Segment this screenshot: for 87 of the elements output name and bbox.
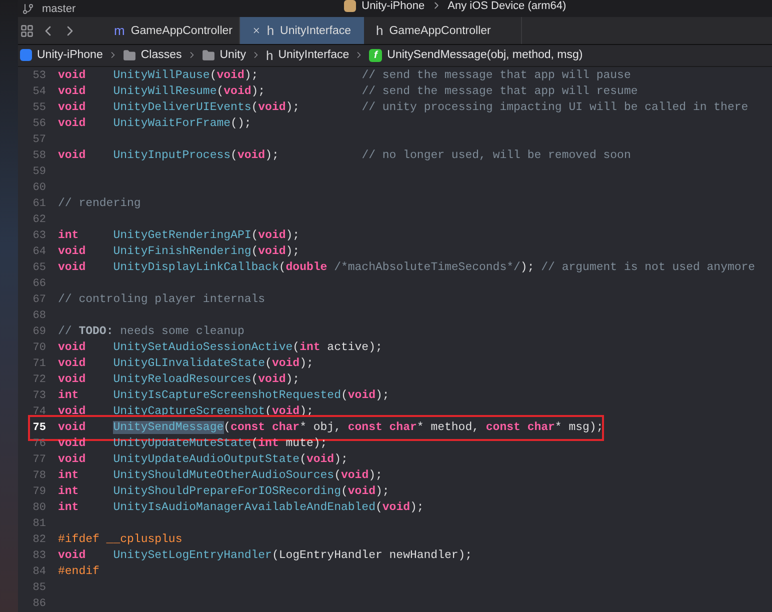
- line-number: 80: [32, 501, 46, 516]
- breadcrumb-label: UnityInterface: [278, 49, 350, 62]
- line-number: 55: [32, 101, 46, 116]
- breadcrumb-item[interactable]: h UnityInterface: [266, 48, 350, 63]
- breadcrumb-item[interactable]: Unity-iPhone: [20, 49, 103, 62]
- line-number: 85: [32, 581, 46, 596]
- tab-label: GameAppController: [130, 24, 232, 37]
- line-number: 74: [32, 405, 46, 420]
- code-line: // TODO: needs some cleanup: [58, 324, 244, 340]
- folder-icon: [122, 48, 136, 62]
- tab-label: GameAppController: [389, 24, 491, 37]
- line-number: 64: [32, 245, 46, 260]
- line-number: 65: [32, 261, 46, 276]
- code-line: void UnityDeliverUIEvents(void); // unity processing impacting UI will be called in there: [58, 100, 748, 116]
- function-icon: f: [369, 48, 382, 62]
- line-number: 69: [32, 325, 46, 340]
- code-line: void UnityUpdateMuteState(int mute);: [58, 436, 328, 452]
- code-line: void UnityInputProcess(void); // no longer used, will be removed soon: [58, 148, 631, 164]
- line-number: 61: [32, 197, 46, 212]
- code-line: #endif: [58, 564, 100, 580]
- tab-label: UnityInterface: [280, 24, 351, 37]
- breadcrumb-label: Classes: [140, 49, 182, 62]
- code-line: int UnityIsCaptureScreenshotRequested(void);: [58, 388, 390, 404]
- branch-icon: [22, 2, 34, 15]
- code-line: int UnityIsAudioManagerAvailableAndEnabled(void);: [58, 500, 424, 516]
- line-number: 84: [32, 565, 46, 580]
- code-line: void UnityWillPause(void); // send the message that app will pause: [58, 68, 631, 84]
- breadcrumb-label: UnitySendMessage(obj, method, msg): [387, 49, 583, 62]
- line-number: 77: [32, 453, 46, 468]
- line-number: 67: [32, 293, 46, 308]
- grid-icon[interactable]: [20, 24, 34, 38]
- line-number: 86: [32, 597, 46, 612]
- line-number: 59: [32, 165, 46, 180]
- app-icon: [20, 49, 32, 62]
- breadcrumb-item[interactable]: Classes: [122, 48, 182, 62]
- source-file-icon: m: [114, 23, 125, 38]
- code-line: void UnityWaitForFrame();: [58, 116, 252, 132]
- breadcrumb-label: Unity-iPhone: [37, 49, 103, 62]
- line-number: 83: [32, 549, 46, 564]
- code-line: int UnityGetRenderingAPI(void);: [58, 228, 300, 244]
- breadcrumb-item[interactable]: f UnitySendMessage(obj, method, msg): [369, 48, 583, 62]
- line-number: 71: [32, 357, 46, 372]
- code-line: int UnityShouldPrepareForIOSRecording(void);: [58, 484, 390, 500]
- line-number: 56: [32, 117, 46, 132]
- folder-icon: [202, 48, 215, 62]
- line-number: 57: [32, 133, 46, 148]
- line-number: 63: [32, 229, 46, 244]
- line-number: 82: [32, 533, 46, 548]
- line-number: 62: [32, 213, 46, 228]
- line-number: 81: [32, 517, 46, 532]
- line-number: 58: [32, 149, 46, 164]
- line-number: 72: [32, 373, 46, 388]
- line-number: 70: [32, 341, 46, 356]
- code-line: void UnitySetLogEntryHandler(LogEntryHandler newHandler);: [58, 548, 472, 564]
- code-line: #ifdef __cplusplus: [58, 532, 182, 548]
- code-line: void UnitySetAudioSessionActive(int active);: [58, 340, 382, 356]
- line-number: 75: [32, 421, 46, 436]
- line-number: 79: [32, 485, 46, 500]
- editor-tab[interactable]: h GameAppController: [364, 17, 522, 44]
- app-icon: [344, 0, 356, 12]
- code-line: void UnityWillResume(void); // send the message that app will resume: [58, 84, 638, 100]
- breadcrumb-label: Unity: [220, 49, 246, 62]
- line-number: 78: [32, 469, 46, 484]
- code-line: void UnityFinishRendering(void);: [58, 244, 300, 260]
- header-file-icon: h: [266, 23, 274, 38]
- breadcrumb-item[interactable]: Unity: [202, 48, 246, 62]
- line-number: 76: [32, 437, 46, 452]
- branch-name: master: [42, 2, 76, 15]
- code-line: // controling player internals: [58, 292, 266, 308]
- code-line: void UnityDisplayLinkCallback(double /*machAbsoluteTimeSeconds*/); // argument is not used anymore: [58, 260, 756, 276]
- code-line: int UnityShouldMuteOtherAudioSources(void);: [58, 468, 382, 484]
- header-file-icon: h: [266, 48, 274, 63]
- code-line: void UnityReloadResources(void);: [58, 372, 300, 388]
- line-number: 68: [32, 309, 46, 324]
- code-line: void UnitySendMessage(const char* obj, const char* method, const char* msg);: [58, 420, 604, 436]
- code-line: // rendering: [58, 196, 141, 212]
- editor-tab[interactable]: h UnityInterface: [240, 17, 364, 44]
- scheme-name[interactable]: Unity-iPhone: [362, 0, 425, 12]
- header-file-icon: h: [376, 23, 384, 38]
- code-line: void UnityGLInvalidateState(void);: [58, 356, 314, 372]
- line-number: 53: [32, 69, 46, 84]
- code-line: void UnityUpdateAudioOutputState(void);: [58, 452, 348, 468]
- line-number: 60: [32, 181, 46, 196]
- line-number: 54: [32, 85, 46, 100]
- line-number: 73: [32, 389, 46, 404]
- destination-name[interactable]: Any iOS Device (arm64): [448, 0, 566, 12]
- line-number: 66: [32, 277, 46, 292]
